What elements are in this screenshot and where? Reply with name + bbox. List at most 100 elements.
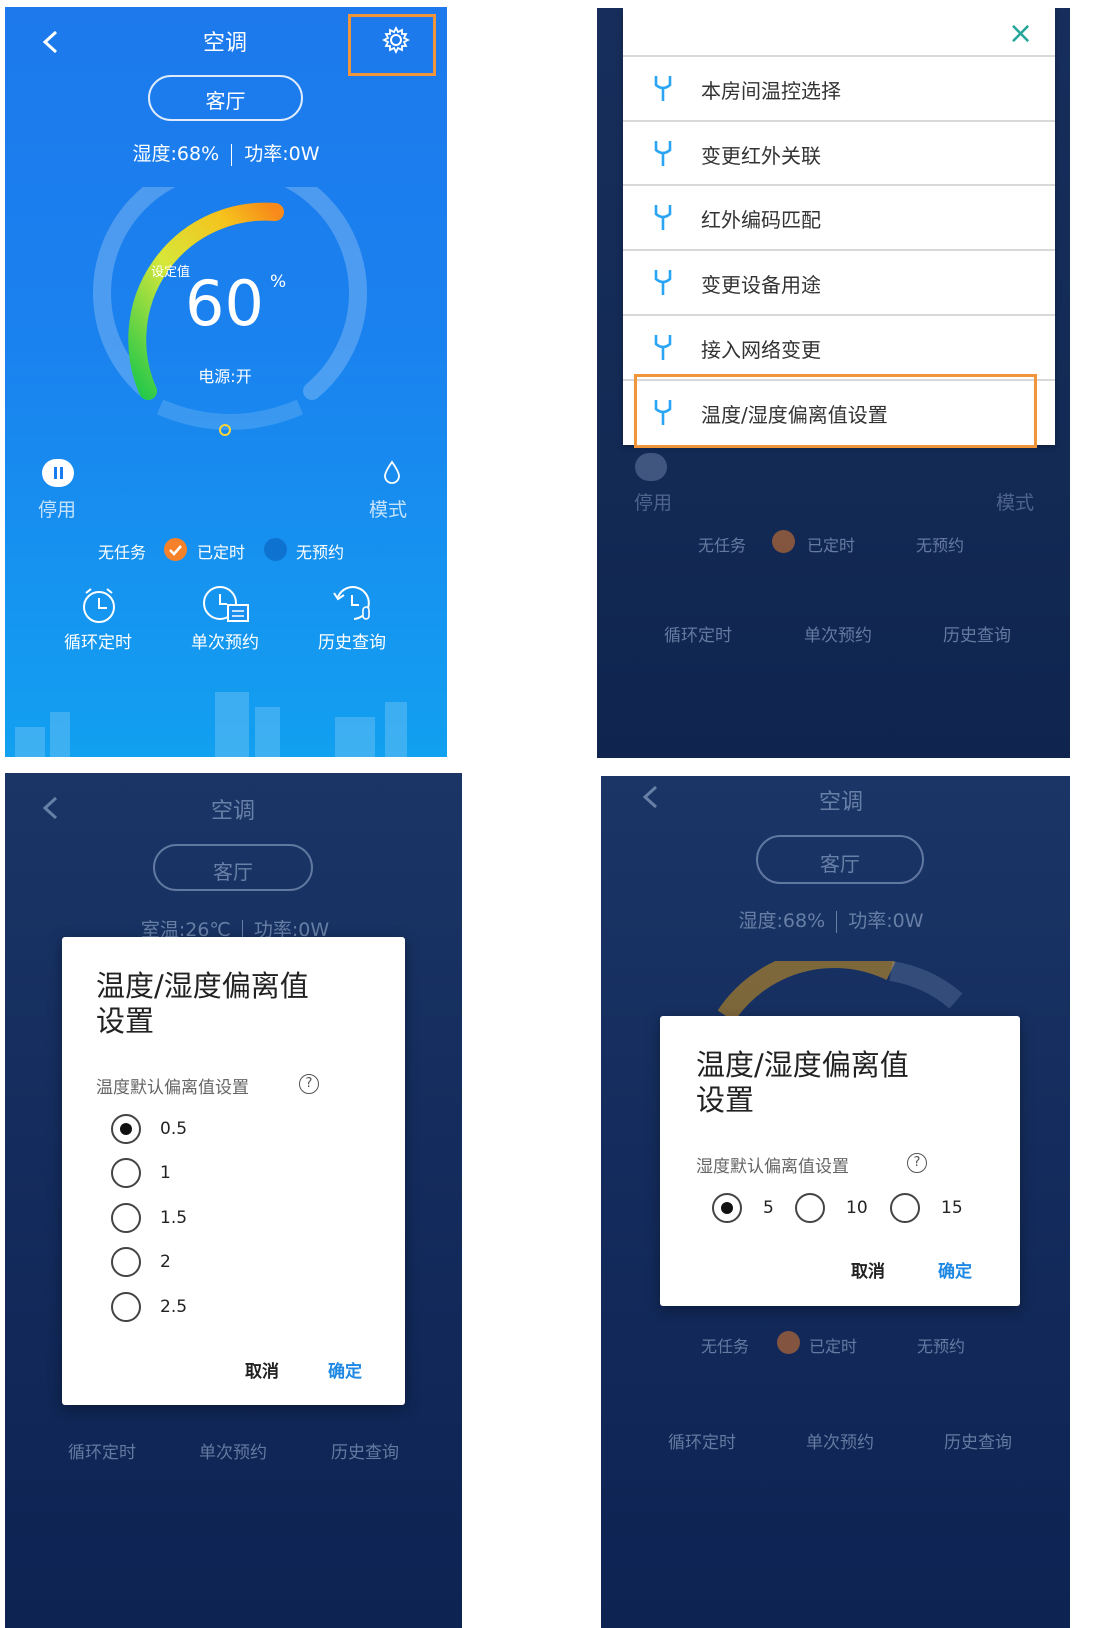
menu-item-device-purpose[interactable]: 变更设备用途 (623, 249, 1055, 313)
bottom-label-0: 循环定时 (64, 633, 132, 653)
task-timed[interactable]: 已定时 (809, 1333, 857, 1357)
bottom-label-2: 历史查询 (318, 633, 386, 653)
city-skyline-decoration (15, 692, 407, 757)
close-icon[interactable]: × (1008, 16, 1033, 51)
radio-label[interactable]: 15 (941, 1198, 963, 1218)
settings-highlight-box (348, 14, 436, 76)
clock-booking-icon[interactable] (200, 583, 252, 625)
radio-button[interactable] (111, 1203, 141, 1233)
bottom-label-0: 循环定时 (68, 1443, 136, 1463)
radio-label[interactable]: 1.5 (160, 1208, 187, 1228)
menu-item-ir-code-match[interactable]: 红外编码匹配 (623, 184, 1055, 248)
radio-label[interactable]: 2 (160, 1252, 171, 1272)
radio-button[interactable] (712, 1193, 742, 1223)
radio-button[interactable] (111, 1247, 141, 1277)
status-line: 湿度:68% 功率:0W (711, 906, 951, 933)
task-none[interactable]: 无任务 (701, 1333, 749, 1357)
dialog-subtitle: 湿度默认偏离值设置 (696, 1157, 849, 1177)
main-screen-panel: 空调 客厅 湿度:68% 功率:0W 设定值 60 % 电源:开 停用 模式 无… (5, 7, 447, 757)
room-label: 客厅 (820, 852, 860, 876)
page-title: 空调 (202, 31, 247, 56)
radio-button[interactable] (890, 1193, 920, 1223)
task-timed[interactable]: 已定时 (197, 539, 245, 563)
task-no-booking[interactable]: 无预约 (296, 539, 344, 563)
humidity-readout: 湿度:68% (132, 143, 220, 165)
wrench-icon (654, 76, 672, 101)
menu-item-ir-link[interactable]: 变更红外关联 (623, 120, 1055, 184)
help-icon[interactable]: ? (907, 1153, 927, 1173)
help-icon[interactable]: ? (299, 1074, 319, 1094)
radio-button[interactable] (111, 1158, 141, 1188)
setpoint-value: 60 (185, 267, 264, 340)
status-line: 湿度:68% 功率:0W (5, 139, 447, 166)
task-none[interactable]: 无任务 (98, 539, 146, 563)
settings-menu-panel: 停用 模式 无任务 已定时 无预约 循环定时 单次预约 历史查询 × 本房间温控… (597, 8, 1070, 758)
alarm-clock-icon[interactable] (78, 585, 120, 625)
bottom-label-0: 循环定时 (664, 626, 732, 646)
power-readout: 功率:0W (244, 143, 320, 165)
menu-item-room-thermostat[interactable]: 本房间温控选择 (623, 55, 1055, 119)
unchecked-icon[interactable] (264, 538, 287, 561)
bottom-label-1: 单次预约 (191, 633, 259, 653)
water-drop-icon[interactable] (382, 459, 402, 485)
power-state: 电源:开 (198, 367, 252, 386)
bottom-label-2: 历史查询 (943, 626, 1011, 646)
bottom-label-1: 单次预约 (199, 1443, 267, 1463)
radio-label[interactable]: 0.5 (160, 1119, 187, 1139)
radio-label[interactable]: 2.5 (160, 1297, 187, 1317)
dialog-subtitle: 温度默认偏离值设置 (96, 1078, 249, 1098)
offset-item-highlight-box (634, 374, 1037, 448)
room-label: 客厅 (205, 89, 246, 113)
cancel-button[interactable]: 取消 (245, 1357, 279, 1382)
radio-label[interactable]: 5 (763, 1198, 774, 1218)
back-arrow-icon[interactable] (41, 795, 61, 821)
confirm-button[interactable]: 确定 (328, 1357, 362, 1382)
menu-item-label: 变更设备用途 (701, 273, 821, 297)
pause-label: 停用 (634, 492, 673, 514)
radio-button[interactable] (111, 1114, 141, 1144)
wrench-icon (654, 270, 672, 295)
wrench-icon (654, 205, 672, 230)
history-thermometer-icon[interactable] (330, 583, 376, 625)
pause-button[interactable] (42, 459, 74, 487)
radio-button[interactable] (795, 1193, 825, 1223)
humidity-dialog-panel: 空调 客厅 湿度:68% 功率:0W 无任务 已定时 无预约 循环定时 单次预约… (601, 776, 1070, 1628)
setpoint-unit: % (270, 272, 287, 292)
temperature-dialog-panel: 空调 客厅 室温:26℃ 功率:0W 循环定时 单次预约 历史查询 温度/湿度偏… (5, 773, 462, 1628)
checked-icon[interactable] (777, 1331, 800, 1354)
cancel-button[interactable]: 取消 (851, 1257, 885, 1282)
pause-label: 停用 (38, 499, 77, 521)
humidity-readout: 湿度:68% (738, 910, 826, 932)
wrench-icon (654, 335, 672, 360)
bottom-label-2: 历史查询 (944, 1433, 1012, 1453)
menu-item-network-change[interactable]: 接入网络变更 (623, 314, 1055, 378)
back-arrow-icon[interactable] (641, 784, 661, 810)
dialog-title-line2: 设置 (96, 1004, 155, 1038)
radio-label[interactable]: 10 (846, 1198, 868, 1218)
menu-item-label: 本房间温控选择 (701, 79, 841, 103)
dial-arc-background (717, 961, 963, 1021)
task-none[interactable]: 无任务 (698, 532, 746, 556)
room-label: 客厅 (213, 860, 253, 884)
task-timed[interactable]: 已定时 (807, 532, 855, 556)
menu-item-label: 变更红外关联 (701, 144, 821, 168)
checked-icon[interactable] (772, 530, 795, 553)
back-arrow-icon[interactable] (41, 29, 61, 55)
wrench-icon (654, 141, 672, 166)
page-title: 空调 (210, 799, 255, 824)
task-no-booking[interactable]: 无预约 (916, 532, 964, 556)
pause-button[interactable] (635, 453, 667, 481)
task-no-booking[interactable]: 无预约 (917, 1333, 965, 1357)
radio-button[interactable] (111, 1292, 141, 1322)
checked-icon[interactable] (164, 538, 187, 561)
mode-label: 模式 (996, 492, 1035, 514)
radio-label[interactable]: 1 (160, 1163, 171, 1183)
power-readout: 功率:0W (848, 910, 924, 932)
menu-item-label: 红外编码匹配 (701, 208, 821, 232)
dialog-title-line2: 设置 (696, 1083, 755, 1117)
dialog-title-line1: 温度/湿度偏离值 (96, 969, 309, 1003)
menu-item-label: 接入网络变更 (701, 338, 821, 362)
humidity-offset-dialog: 温度/湿度偏离值 设置 湿度默认偏离值设置 ? 5 10 15 取消 确定 (660, 1016, 1020, 1306)
confirm-button[interactable]: 确定 (938, 1257, 972, 1282)
bottom-label-1: 单次预约 (806, 1433, 874, 1453)
